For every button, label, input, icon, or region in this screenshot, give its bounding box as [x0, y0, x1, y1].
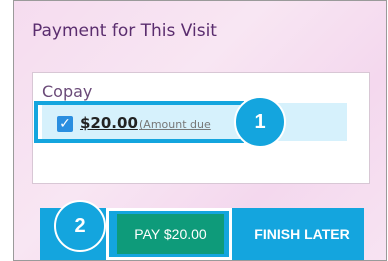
finish-later-button[interactable]: FINISH LATER — [240, 214, 364, 254]
section-title: Payment for This Visit — [32, 21, 217, 41]
pay-button[interactable]: PAY $20.00 — [117, 214, 224, 254]
copay-label: Copay — [42, 82, 93, 101]
callout-badge-1: 1 — [234, 96, 286, 148]
callout-highlight-checkbox — [34, 101, 244, 143]
callout-badge-2: 2 — [54, 200, 106, 252]
